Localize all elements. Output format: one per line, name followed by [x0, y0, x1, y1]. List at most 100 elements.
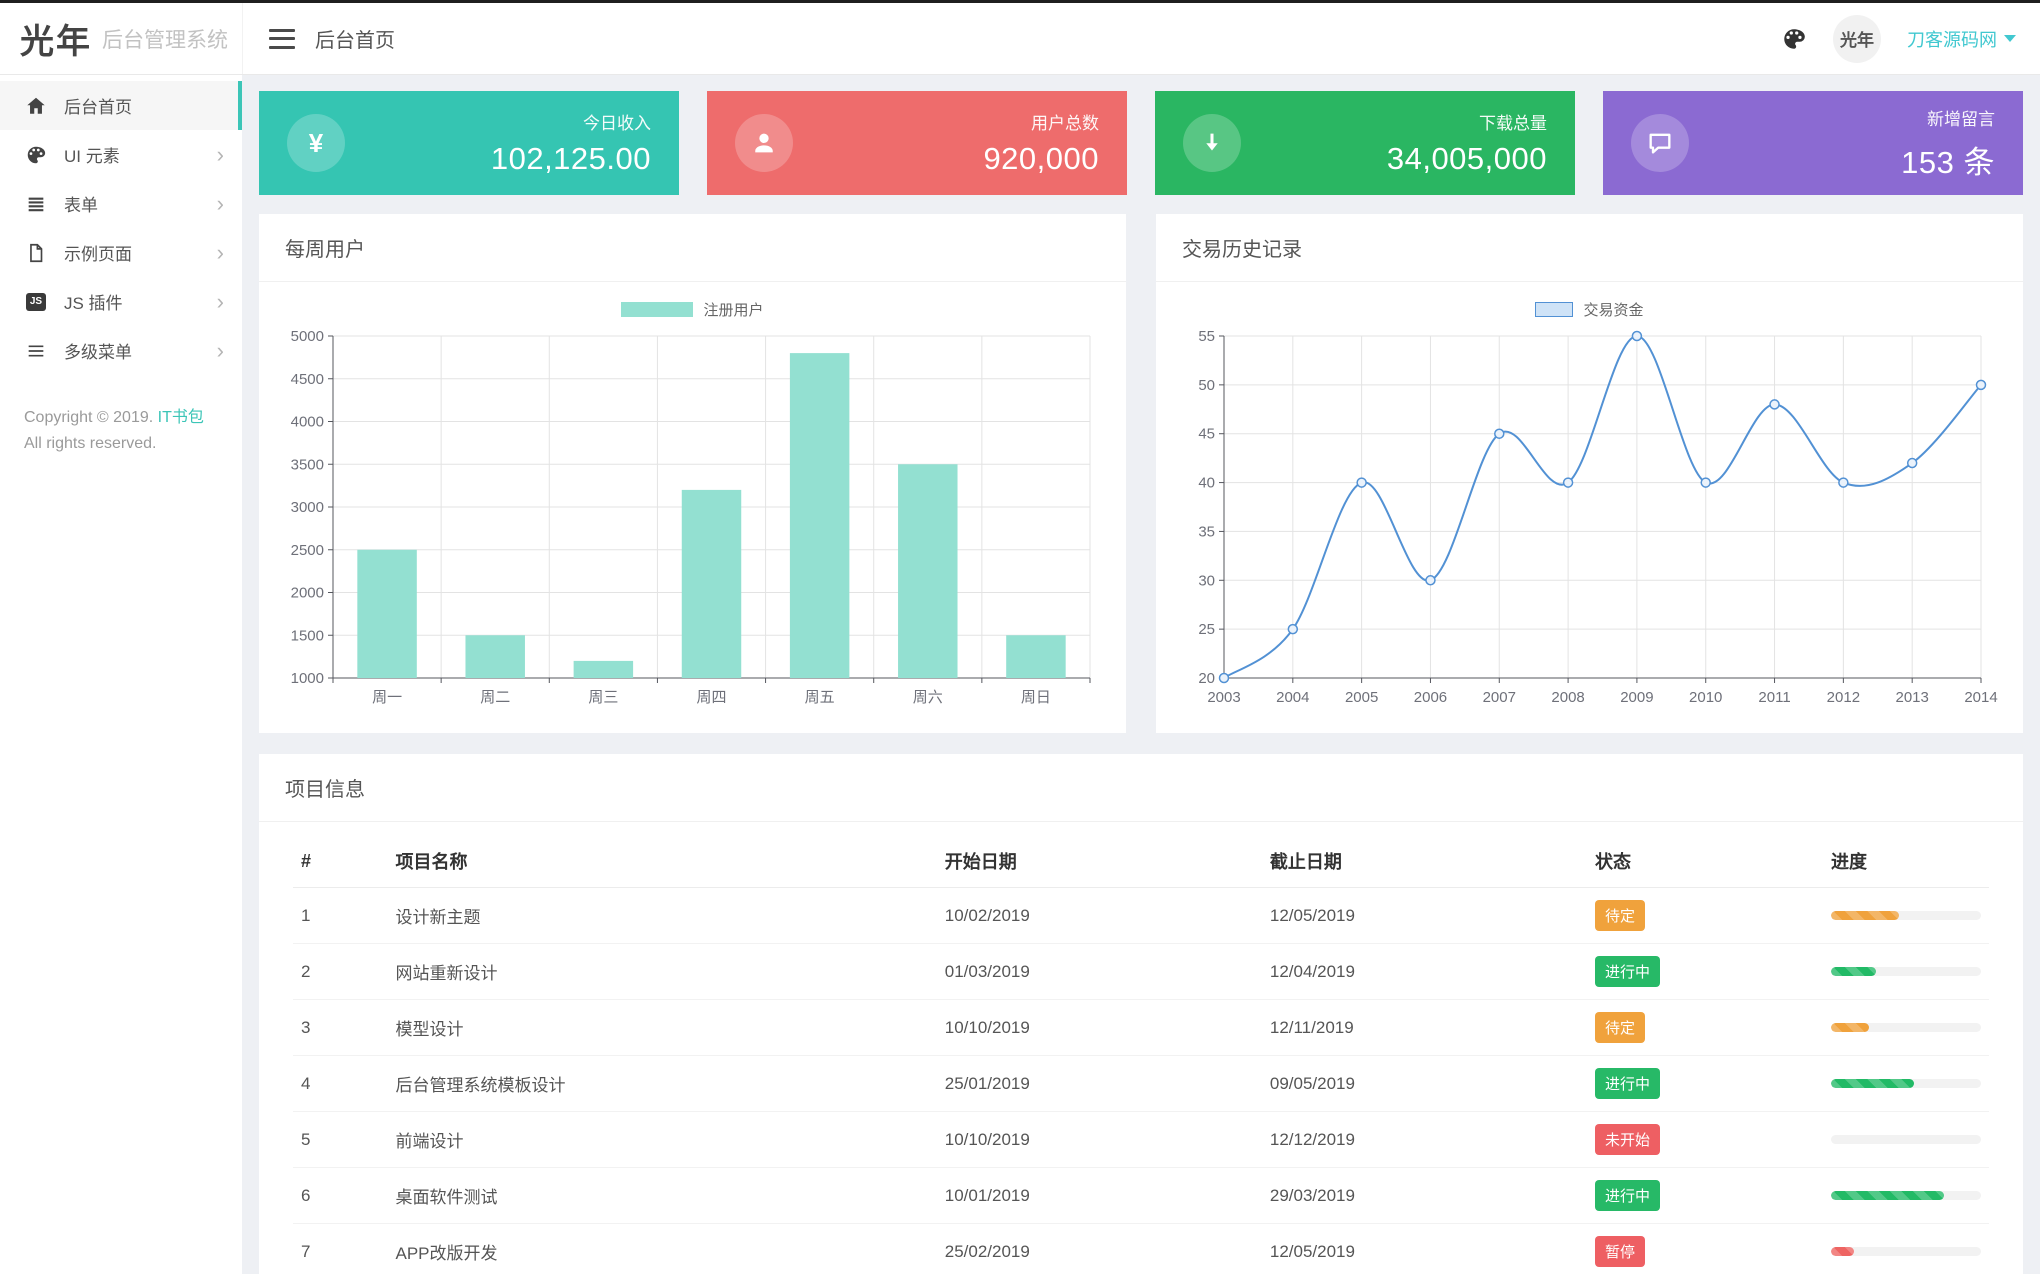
- progress-fill: [1831, 1191, 1944, 1200]
- sidebar-item-1[interactable]: UI 元素 ›: [0, 130, 242, 179]
- sidebar-toggle-icon[interactable]: [269, 28, 295, 49]
- legend-swatch: [1535, 301, 1574, 317]
- svg-text:周一: 周一: [372, 689, 402, 706]
- line-chart-body: 交易资金 20 25 30 35 40 45 50 55 2003 2004 2005 2006 200…: [1156, 282, 2023, 733]
- stat-text: 下载总量 34,005,000: [1387, 109, 1547, 177]
- project-end-date: 12/12/2019: [1261, 1111, 1587, 1168]
- stat-value: 34,005,000: [1386, 141, 1547, 176]
- menu-icon: [24, 339, 48, 363]
- stat-label: 新增留言: [1927, 109, 1995, 129]
- project-end-date: 09/05/2019: [1261, 1055, 1587, 1112]
- copyright-link[interactable]: IT书包: [158, 409, 204, 426]
- sidebar-item-3[interactable]: 示例页面 ›: [0, 228, 242, 277]
- stat-card-2[interactable]: 下载总量 34,005,000: [1155, 91, 1575, 195]
- project-start-date: 25/02/2019: [936, 1223, 1262, 1274]
- svg-text:2007: 2007: [1483, 689, 1516, 706]
- file-icon: [24, 241, 48, 265]
- copyright-suffix: All rights reserved.: [24, 435, 157, 453]
- svg-text:2004: 2004: [1276, 689, 1309, 706]
- chevron-right-icon: ›: [216, 288, 224, 314]
- chevron-right-icon: ›: [216, 141, 224, 167]
- project-num: 1: [293, 887, 388, 944]
- table-row: 3 模型设计 10/10/2019 12/11/2019 待定: [293, 999, 1989, 1056]
- sidebar-item-label: 表单: [64, 196, 98, 215]
- table-row: 2 网站重新设计 01/03/2019 12/04/2019 进行中: [293, 943, 1989, 1000]
- list-icon: [24, 192, 48, 216]
- svg-text:周日: 周日: [1021, 689, 1051, 706]
- svg-text:2010: 2010: [1689, 689, 1722, 706]
- transaction-history-title: 交易历史记录: [1156, 214, 2023, 282]
- bar-chart-legend[interactable]: 注册用户: [279, 296, 1106, 322]
- sidebar-item-5[interactable]: 多级菜单 ›: [0, 326, 242, 375]
- table-row: 7 APP改版开发 25/02/2019 12/05/2019 暂停: [293, 1223, 1989, 1274]
- project-start-date: 25/01/2019: [936, 1055, 1262, 1112]
- project-name: APP改版开发: [387, 1223, 937, 1274]
- svg-text:2008: 2008: [1551, 689, 1584, 706]
- project-start-date: 10/01/2019: [936, 1167, 1262, 1224]
- main-content: ¥ 今日收入 102,125.00 用户总数 920,000 下载总量 34,005,000…: [242, 75, 2040, 1274]
- column-header: 进度: [1823, 832, 1989, 888]
- sidebar-item-label: 示例页面: [64, 245, 132, 264]
- stat-card-1[interactable]: 用户总数 920,000: [707, 91, 1127, 195]
- table-row: 1 设计新主题 10/02/2019 12/05/2019 待定: [293, 887, 1989, 944]
- svg-text:30: 30: [1198, 572, 1215, 589]
- progress-bar: [1831, 911, 1981, 920]
- status-badge: 暂停: [1594, 1236, 1645, 1267]
- sidebar-item-2[interactable]: 表单 ›: [0, 179, 242, 228]
- legend-swatch: [621, 301, 694, 317]
- sidebar-item-4[interactable]: JS JS 插件 ›: [0, 277, 242, 326]
- svg-text:周三: 周三: [588, 689, 618, 706]
- user-name: 刀客源码网: [1907, 29, 1997, 50]
- status-badge: 进行中: [1594, 956, 1660, 987]
- svg-text:20: 20: [1198, 670, 1215, 687]
- js-icon: JS: [24, 290, 48, 314]
- svg-text:周五: 周五: [805, 689, 835, 706]
- project-name: 设计新主题: [387, 887, 937, 944]
- sidebar-item-label: 后台首页: [64, 98, 132, 117]
- logo[interactable]: 光年 后台管理系统: [0, 3, 242, 74]
- stat-text: 今日收入 102,125.00: [491, 109, 651, 177]
- svg-text:3000: 3000: [291, 499, 324, 516]
- project-name: 前端设计: [387, 1111, 937, 1168]
- line-chart-legend[interactable]: 交易资金: [1176, 296, 2003, 322]
- user-icon: [735, 114, 793, 172]
- project-end-date: 29/03/2019: [1261, 1167, 1587, 1224]
- project-num: 6: [293, 1167, 388, 1224]
- svg-text:2013: 2013: [1895, 689, 1928, 706]
- svg-text:50: 50: [1198, 377, 1215, 394]
- svg-text:周四: 周四: [696, 689, 726, 706]
- project-name: 模型设计: [387, 999, 937, 1056]
- svg-text:1500: 1500: [291, 627, 324, 644]
- project-start-date: 01/03/2019: [936, 943, 1262, 1000]
- bar-chart-body: 注册用户 1000 1500 2000 2500 3000 3500 4000 4500 500…: [259, 282, 1126, 733]
- svg-text:35: 35: [1198, 523, 1215, 540]
- copyright-prefix: Copyright © 2019.: [24, 409, 154, 426]
- project-end-date: 12/04/2019: [1261, 943, 1587, 1000]
- status-badge: 待定: [1594, 1012, 1645, 1043]
- sidebar-item-0[interactable]: 后台首页: [0, 81, 242, 130]
- sidebar-item-label: JS 插件: [64, 294, 123, 313]
- stat-card-3[interactable]: 新增留言 153 条: [1603, 91, 2023, 195]
- topbar-right: 光年 刀客源码网: [1781, 14, 2016, 63]
- palette-icon: [24, 143, 48, 167]
- user-menu[interactable]: 刀客源码网: [1907, 26, 2016, 52]
- legend-label: 注册用户: [703, 301, 764, 319]
- svg-text:周二: 周二: [480, 689, 510, 706]
- theme-palette-icon[interactable]: [1781, 26, 1807, 52]
- progress-fill: [1831, 911, 1899, 920]
- project-num: 7: [293, 1223, 388, 1274]
- stat-value: 153 条: [1901, 144, 1995, 180]
- sidebar-menu: 后台首页 UI 元素 › 表单 › 示例页面 › JS JS 插件 › 多级菜单 ›: [0, 75, 242, 375]
- project-start-date: 10/10/2019: [936, 999, 1262, 1056]
- page-title: 后台首页: [315, 30, 395, 52]
- project-end-date: 12/05/2019: [1261, 887, 1587, 944]
- column-header: 开始日期: [936, 832, 1262, 888]
- svg-text:2005: 2005: [1345, 689, 1378, 706]
- project-end-date: 12/05/2019: [1261, 1223, 1587, 1274]
- avatar[interactable]: 光年: [1833, 14, 1881, 63]
- status-badge: 进行中: [1594, 1068, 1660, 1099]
- project-name: 桌面软件测试: [387, 1167, 937, 1224]
- stat-card-0[interactable]: ¥ 今日收入 102,125.00: [259, 91, 679, 195]
- project-end-date: 12/11/2019: [1261, 999, 1587, 1056]
- svg-text:2500: 2500: [291, 542, 324, 559]
